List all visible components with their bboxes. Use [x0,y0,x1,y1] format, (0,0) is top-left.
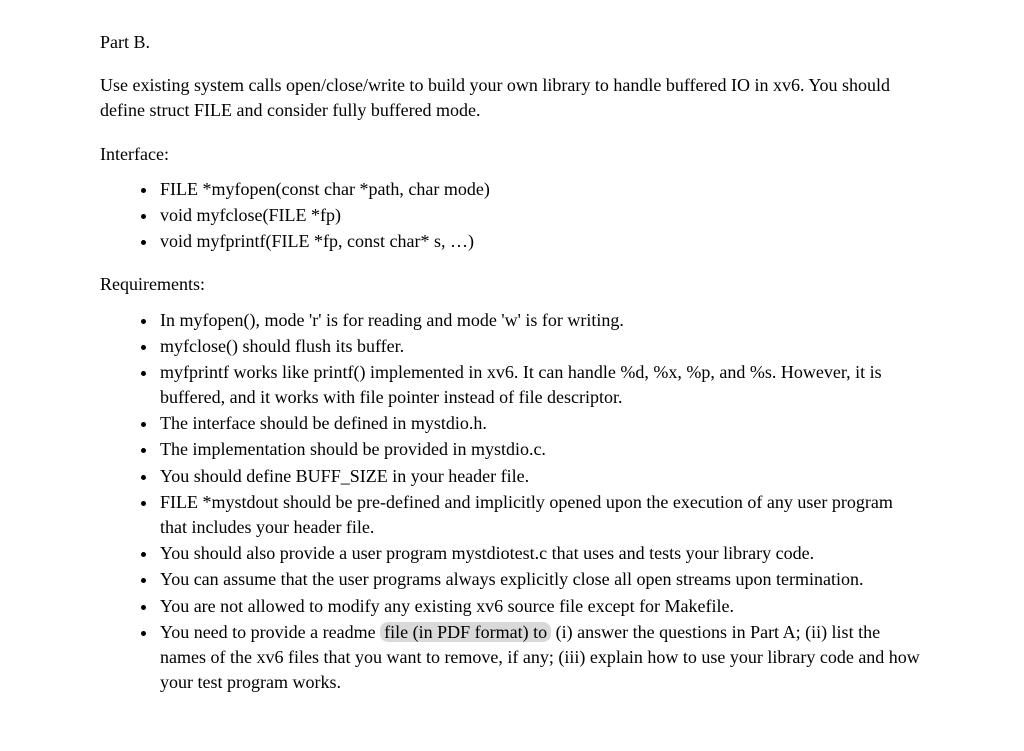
highlighted-text: file (in PDF format) to [380,622,551,642]
list-item: myfprintf works like printf() implemente… [158,360,924,410]
list-item: myfclose() should flush its buffer. [158,334,924,359]
list-item: The interface should be defined in mystd… [158,411,924,436]
interface-list: FILE *myfopen(const char *path, char mod… [100,177,924,255]
list-item: You should define BUFF_SIZE in your head… [158,464,924,489]
list-item: In myfopen(), mode 'r' is for reading an… [158,308,924,333]
list-item: The implementation should be provided in… [158,437,924,462]
list-item: You can assume that the user programs al… [158,567,924,592]
part-title: Part B. [100,30,924,55]
list-item: FILE *myfopen(const char *path, char mod… [158,177,924,202]
list-item: You should also provide a user program m… [158,541,924,566]
requirements-list: In myfopen(), mode 'r' is for reading an… [100,308,924,696]
list-item: You need to provide a readme file (in PD… [158,620,924,696]
list-item: FILE *mystdout should be pre-defined and… [158,490,924,540]
interface-heading: Interface: [100,142,924,167]
intro-paragraph: Use existing system calls open/close/wri… [100,73,924,123]
final-item-prefix: You need to provide a readme [160,622,380,642]
requirements-heading: Requirements: [100,272,924,297]
list-item: void myfclose(FILE *fp) [158,203,924,228]
list-item: void myfprintf(FILE *fp, const char* s, … [158,229,924,254]
list-item: You are not allowed to modify any existi… [158,594,924,619]
